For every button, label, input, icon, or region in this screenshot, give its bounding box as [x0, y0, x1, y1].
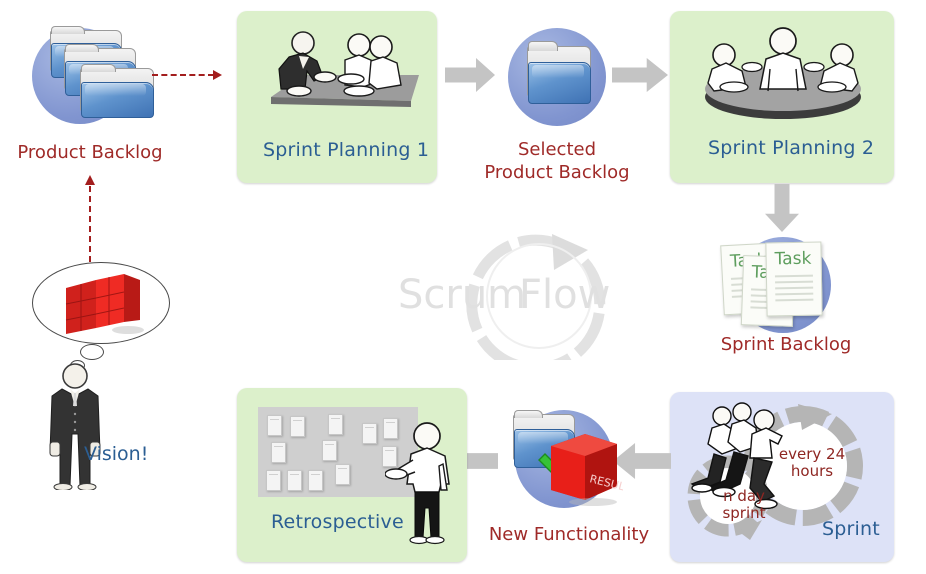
task-card-title: Task — [774, 248, 812, 270]
scrum-flow-diagram: Scrum Flow Product Backlog Vision! Sprin… — [0, 0, 926, 574]
vision-label: Vision! — [84, 443, 149, 465]
retrospective-label: Retrospective — [271, 511, 404, 533]
vision-to-backlog-arrowhead — [85, 175, 95, 185]
sprint-inner-cycle-label: n day sprint — [722, 487, 766, 523]
meeting-table-icon — [271, 31, 419, 107]
task-cards-icon: Task Task Task — [720, 232, 846, 342]
product-backlog-label: Product Backlog — [17, 142, 163, 163]
planning1-to-selected-arrow — [445, 58, 495, 92]
selected-to-planning2-arrow — [612, 58, 668, 92]
watermark-flow-text: Flow — [519, 272, 611, 318]
red-blocks-icon — [65, 274, 144, 334]
scrum-flow-watermark: Scrum Flow — [384, 232, 628, 374]
backlog-to-planning1-connector — [152, 74, 214, 76]
result-cube-icon: RESULT — [551, 434, 623, 506]
sprint-outer-cycle-label: every 24 hours — [778, 445, 846, 481]
selected-product-backlog-label: Selected Product Backlog — [484, 139, 630, 183]
planning2-to-sprintbacklog-arrow — [765, 184, 799, 232]
watermark-scrum-text: Scrum — [398, 272, 527, 318]
sprint-planning-1-panel[interactable]: Sprint Planning 1 — [237, 11, 437, 183]
new-functionality-label: New Functionality — [488, 524, 650, 545]
sprint-planning-2-panel[interactable]: Sprint Planning 2 — [670, 11, 894, 183]
folder-check-result-cube-icon: RESULT — [505, 404, 631, 516]
sprint-panel[interactable]: n day sprint every 24 hours Sprint — [670, 392, 894, 562]
round-table-meeting-icon — [705, 27, 861, 119]
thought-bubble-dot-large — [80, 344, 104, 360]
stacked-folders-icon — [40, 24, 160, 128]
retrospective-panel[interactable]: Retrospective — [237, 388, 467, 562]
backlog-to-planning1-arrowhead — [213, 70, 222, 80]
businessman-icon — [49, 363, 101, 490]
sprint-planning-2-label: Sprint Planning 2 — [708, 137, 875, 159]
folder-icon — [527, 41, 591, 104]
task-card: Task — [765, 241, 823, 317]
sprint-backlog-label: Sprint Backlog — [720, 334, 852, 355]
sprint-planning-1-label: Sprint Planning 1 — [263, 139, 430, 161]
sprint-label: Sprint — [822, 518, 880, 540]
vision-to-backlog-connector — [89, 186, 91, 262]
